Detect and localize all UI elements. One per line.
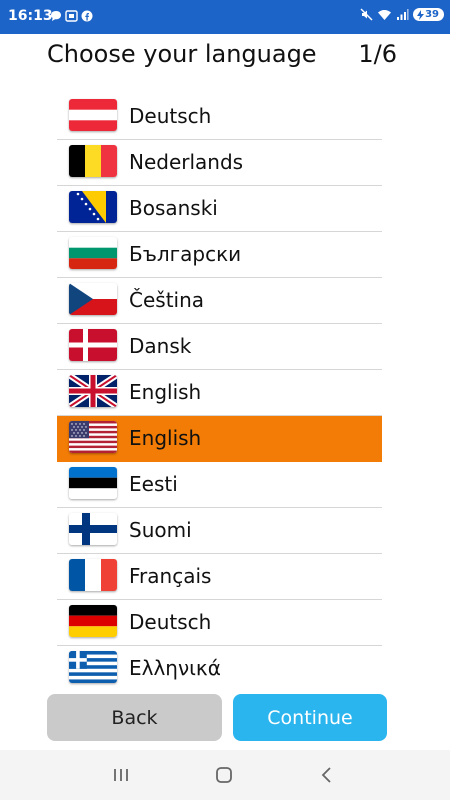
bulgaria-flag-icon [69,237,117,269]
language-label: Bosanski [129,196,218,220]
language-item[interactable]: Deutsch [57,94,382,140]
language-label: Ελληνικά [129,656,221,680]
language-item[interactable]: Nederlands [57,140,382,186]
language-label: Čeština [129,288,205,312]
signal-icon [397,9,409,20]
facebook-icon [81,10,93,22]
language-list: Deutsch Nederlands Bosanski Български Če… [57,94,382,692]
austria-flag-icon [69,99,117,131]
language-item[interactable]: Suomi [57,508,382,554]
language-item[interactable]: Čeština [57,278,382,324]
language-label: Suomi [129,518,192,542]
page-title: Choose your language [47,40,317,68]
usa-flag-icon [69,421,117,453]
wifi-icon [378,10,392,20]
language-label: English [129,380,202,404]
france-flag-icon [69,559,117,591]
estonia-flag-icon [69,467,117,499]
language-item[interactable]: Dansk [57,324,382,370]
mute-icon [360,8,373,21]
language-label: Français [129,564,212,588]
language-label: Deutsch [129,610,212,634]
language-item[interactable]: Bosanski [57,186,382,232]
language-item-selected[interactable]: English [57,416,382,462]
denmark-flag-icon [69,329,117,361]
status-time: 16:13 [8,8,53,24]
battery-level: 39 [425,9,439,20]
language-item[interactable]: Български [57,232,382,278]
language-label: English [129,426,202,450]
language-label: Nederlands [129,150,244,174]
language-label: Deutsch [129,104,212,128]
back-button[interactable]: Back [47,694,222,741]
greece-flag-icon [69,651,117,683]
language-label: Български [129,242,242,266]
language-item[interactable]: Deutsch [57,600,382,646]
language-label: Eesti [129,472,178,496]
chat-bubble-icon [51,11,61,21]
language-item[interactable]: Eesti [57,462,382,508]
status-system-icons: 39 [360,8,444,21]
language-label: Dansk [129,334,192,358]
finland-flag-icon [69,513,117,545]
language-item[interactable]: Ελληνικά [57,646,382,692]
status-notification-icons [50,10,93,22]
step-counter: 1/6 [358,40,397,68]
battery-icon: 39 [413,8,444,21]
continue-button[interactable]: Continue [233,694,387,741]
language-item[interactable]: Français [57,554,382,600]
bosnia-flag-icon [69,191,117,223]
status-bar: 16:13 39 [0,0,450,34]
bottom-button-bar: Back Continue [0,694,450,744]
home-icon[interactable] [213,764,235,786]
uk-flag-icon [69,375,117,407]
screenshot-icon [65,10,78,22]
belgium-flag-icon [69,145,117,177]
back-icon[interactable] [316,764,338,786]
charging-bolt-icon [417,9,425,20]
germany-flag-icon [69,605,117,637]
system-navigation-bar [0,750,450,800]
czech-flag-icon [69,283,117,315]
language-item[interactable]: English [57,370,382,416]
recents-icon[interactable] [110,764,132,786]
